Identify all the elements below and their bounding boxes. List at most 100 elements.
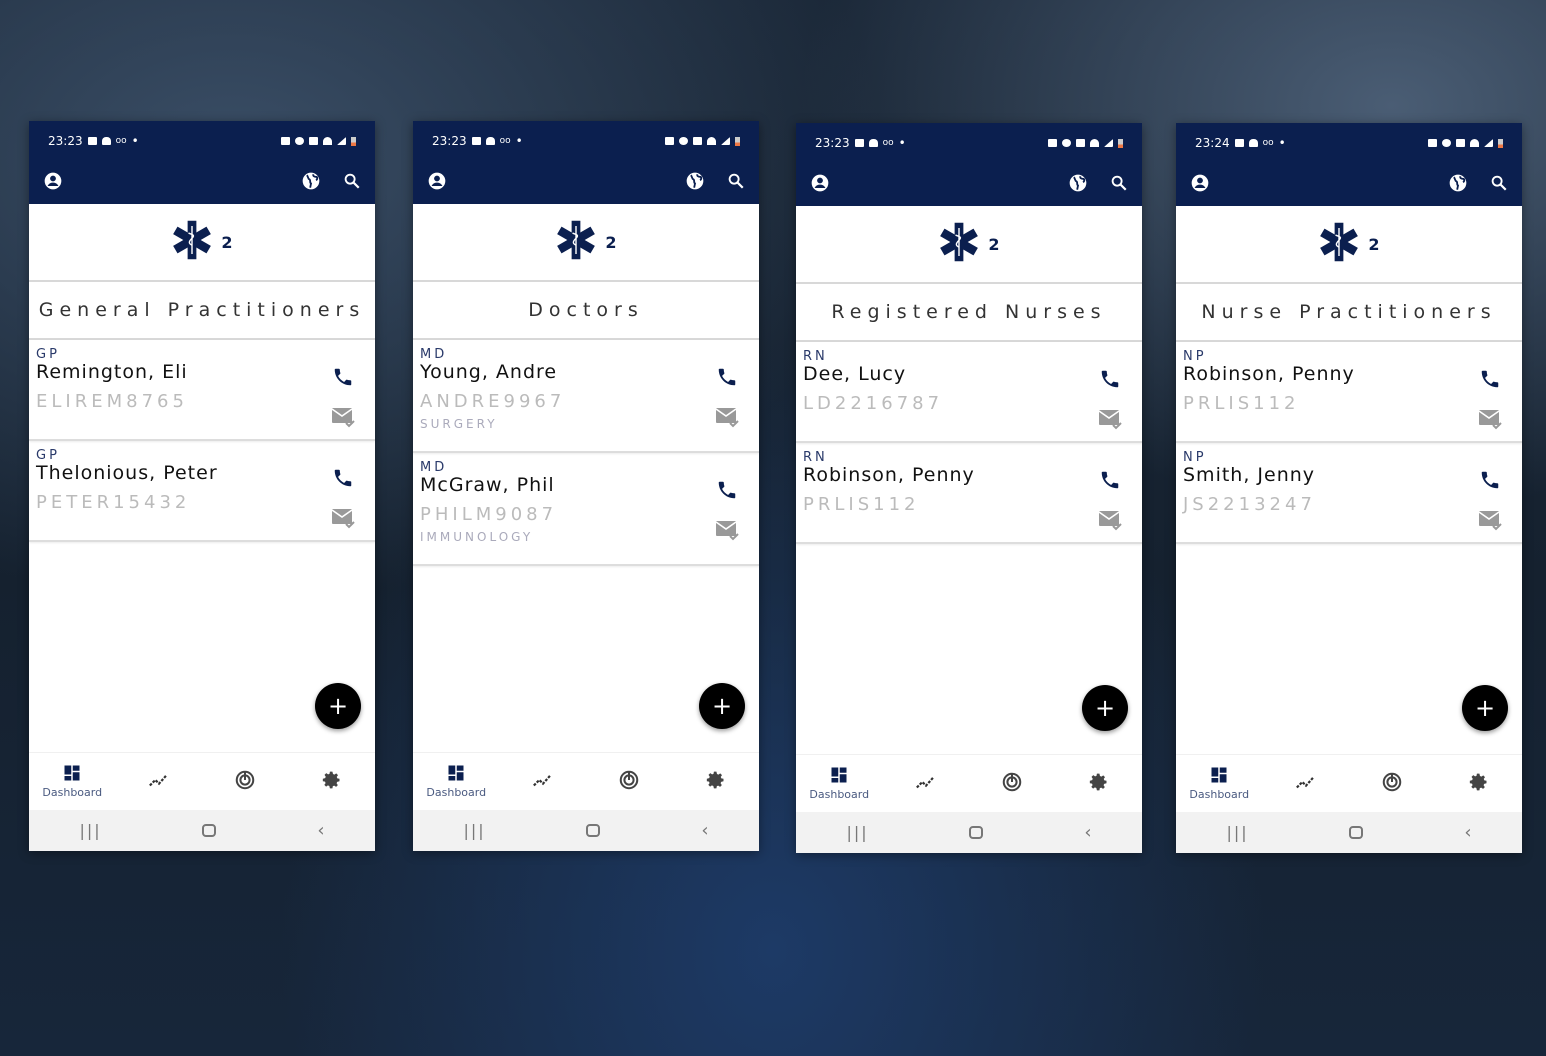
contact-role: GP [36, 448, 60, 463]
phone-icon[interactable] [1099, 368, 1121, 394]
recents-icon[interactable]: ||| [1226, 823, 1248, 842]
count-badge: 2 [221, 232, 233, 252]
nav-radar[interactable] [1349, 771, 1435, 797]
nav-dashboard[interactable]: Dashboard [29, 764, 115, 799]
nav-trends[interactable] [500, 769, 586, 795]
app-bar [796, 163, 1142, 206]
nav-dashboard[interactable]: Dashboard [413, 764, 499, 799]
contact-role: MD [420, 460, 448, 475]
mail-check-icon[interactable] [1098, 509, 1122, 535]
contact-name: Thelonious, Peter [36, 462, 218, 484]
home-icon[interactable] [202, 824, 217, 837]
radar-icon [618, 769, 640, 795]
gallery-icon [471, 137, 481, 145]
add-button[interactable]: + [1462, 685, 1508, 731]
contact-name: Robinson, Penny [1183, 363, 1355, 385]
logo-header: 2 [413, 204, 759, 282]
back-icon[interactable]: ‹ [1464, 822, 1471, 843]
nav-radar[interactable] [586, 769, 672, 795]
voicemail-icon: oo [882, 138, 894, 148]
mail-check-icon[interactable] [331, 507, 355, 533]
back-icon[interactable]: ‹ [701, 820, 708, 841]
contact-card[interactable]: RN Dee, Lucy LD2216787 [796, 342, 1142, 443]
account-icon[interactable] [427, 171, 447, 195]
logo-header: 2 [29, 204, 375, 282]
contact-name: Remington, Eli [36, 361, 188, 383]
dashboard-icon [447, 764, 465, 786]
add-button[interactable]: + [315, 683, 361, 729]
phone-screen-4: 23:24 oo • 2 Nurse Practitioners NP Robins… [1176, 123, 1522, 853]
account-icon[interactable] [43, 171, 63, 195]
nav-trends[interactable] [116, 769, 202, 795]
contact-card[interactable]: MD Young, Andre ANDRE9967 SURGERY [413, 340, 759, 453]
mail-check-icon[interactable] [1478, 408, 1502, 434]
alarm-icon [679, 137, 688, 145]
home-icon[interactable] [586, 824, 601, 837]
alarm-icon [1062, 139, 1071, 147]
phone-icon[interactable] [716, 479, 738, 505]
nav-dashboard-label: Dashboard [42, 786, 103, 799]
system-nav: ||| ‹ [796, 812, 1142, 853]
nav-trends[interactable] [883, 771, 969, 797]
mute-icon [309, 137, 318, 145]
recents-icon[interactable]: ||| [79, 821, 101, 840]
mail-check-icon[interactable] [1478, 509, 1502, 535]
search-icon[interactable] [1110, 174, 1128, 196]
mail-check-icon[interactable] [715, 406, 739, 432]
home-icon[interactable] [1349, 826, 1364, 839]
back-icon[interactable]: ‹ [317, 820, 324, 841]
globe-icon[interactable] [1068, 173, 1088, 197]
nav-radar[interactable] [969, 771, 1055, 797]
search-icon[interactable] [1490, 174, 1508, 196]
nav-dashboard[interactable]: Dashboard [1176, 766, 1262, 801]
globe-icon[interactable] [301, 171, 321, 195]
nav-settings[interactable] [1056, 772, 1142, 796]
count-badge: 2 [988, 234, 1000, 254]
globe-icon[interactable] [1448, 173, 1468, 197]
gear-icon [706, 770, 726, 794]
count-badge: 2 [1368, 234, 1380, 254]
back-icon[interactable]: ‹ [1084, 822, 1091, 843]
nav-trends[interactable] [1263, 771, 1349, 797]
account-icon[interactable] [810, 173, 830, 197]
nav-dashboard[interactable]: Dashboard [796, 766, 882, 801]
contact-card[interactable]: MD McGraw, Phil PHILM9087 IMMUNOLOGY [413, 453, 759, 566]
phone-icon[interactable] [332, 366, 354, 392]
globe-icon[interactable] [685, 171, 705, 195]
search-icon[interactable] [343, 172, 361, 194]
contact-card[interactable]: RN Robinson, Penny PRLIS112 [796, 443, 1142, 544]
contact-id: PRLIS112 [803, 494, 920, 515]
nav-settings[interactable] [673, 770, 759, 794]
mail-check-icon[interactable] [331, 406, 355, 432]
phone-icon[interactable] [1479, 469, 1501, 495]
nav-radar[interactable] [202, 769, 288, 795]
contact-card[interactable]: NP Robinson, Penny PRLIS112 [1176, 342, 1522, 443]
phone-icon[interactable] [1099, 469, 1121, 495]
recents-icon[interactable]: ||| [846, 823, 868, 842]
add-button[interactable]: + [1082, 685, 1128, 731]
account-icon[interactable] [1190, 173, 1210, 197]
add-button[interactable]: + [699, 683, 745, 729]
mail-check-icon[interactable] [715, 519, 739, 545]
contact-card[interactable]: GP Remington, Eli ELIREM8765 [29, 340, 375, 441]
phone-icon[interactable] [716, 366, 738, 392]
gallery-icon [87, 137, 97, 145]
search-icon[interactable] [727, 172, 745, 194]
contact-role: MD [420, 347, 448, 362]
phone-icon[interactable] [332, 467, 354, 493]
phone-icon[interactable] [1479, 368, 1501, 394]
nav-settings[interactable] [289, 770, 375, 794]
status-time: 23:23 [432, 134, 467, 148]
signal-icon [1484, 139, 1493, 147]
nav-settings[interactable] [1436, 772, 1522, 796]
phone-screen-2: 23:23 oo • 2 Doctors MD Young, Andre ANDRE… [413, 121, 759, 851]
mail-check-icon[interactable] [1098, 408, 1122, 434]
alarm-icon [295, 137, 304, 145]
dashboard-icon [830, 766, 848, 788]
recents-icon[interactable]: ||| [463, 821, 485, 840]
gallery-icon [854, 139, 864, 147]
section-title: Registered Nurses [796, 284, 1142, 342]
home-icon[interactable] [969, 826, 984, 839]
contact-card[interactable]: GP Thelonious, Peter PETER15432 [29, 441, 375, 542]
contact-card[interactable]: NP Smith, Jenny JS2213247 [1176, 443, 1522, 544]
